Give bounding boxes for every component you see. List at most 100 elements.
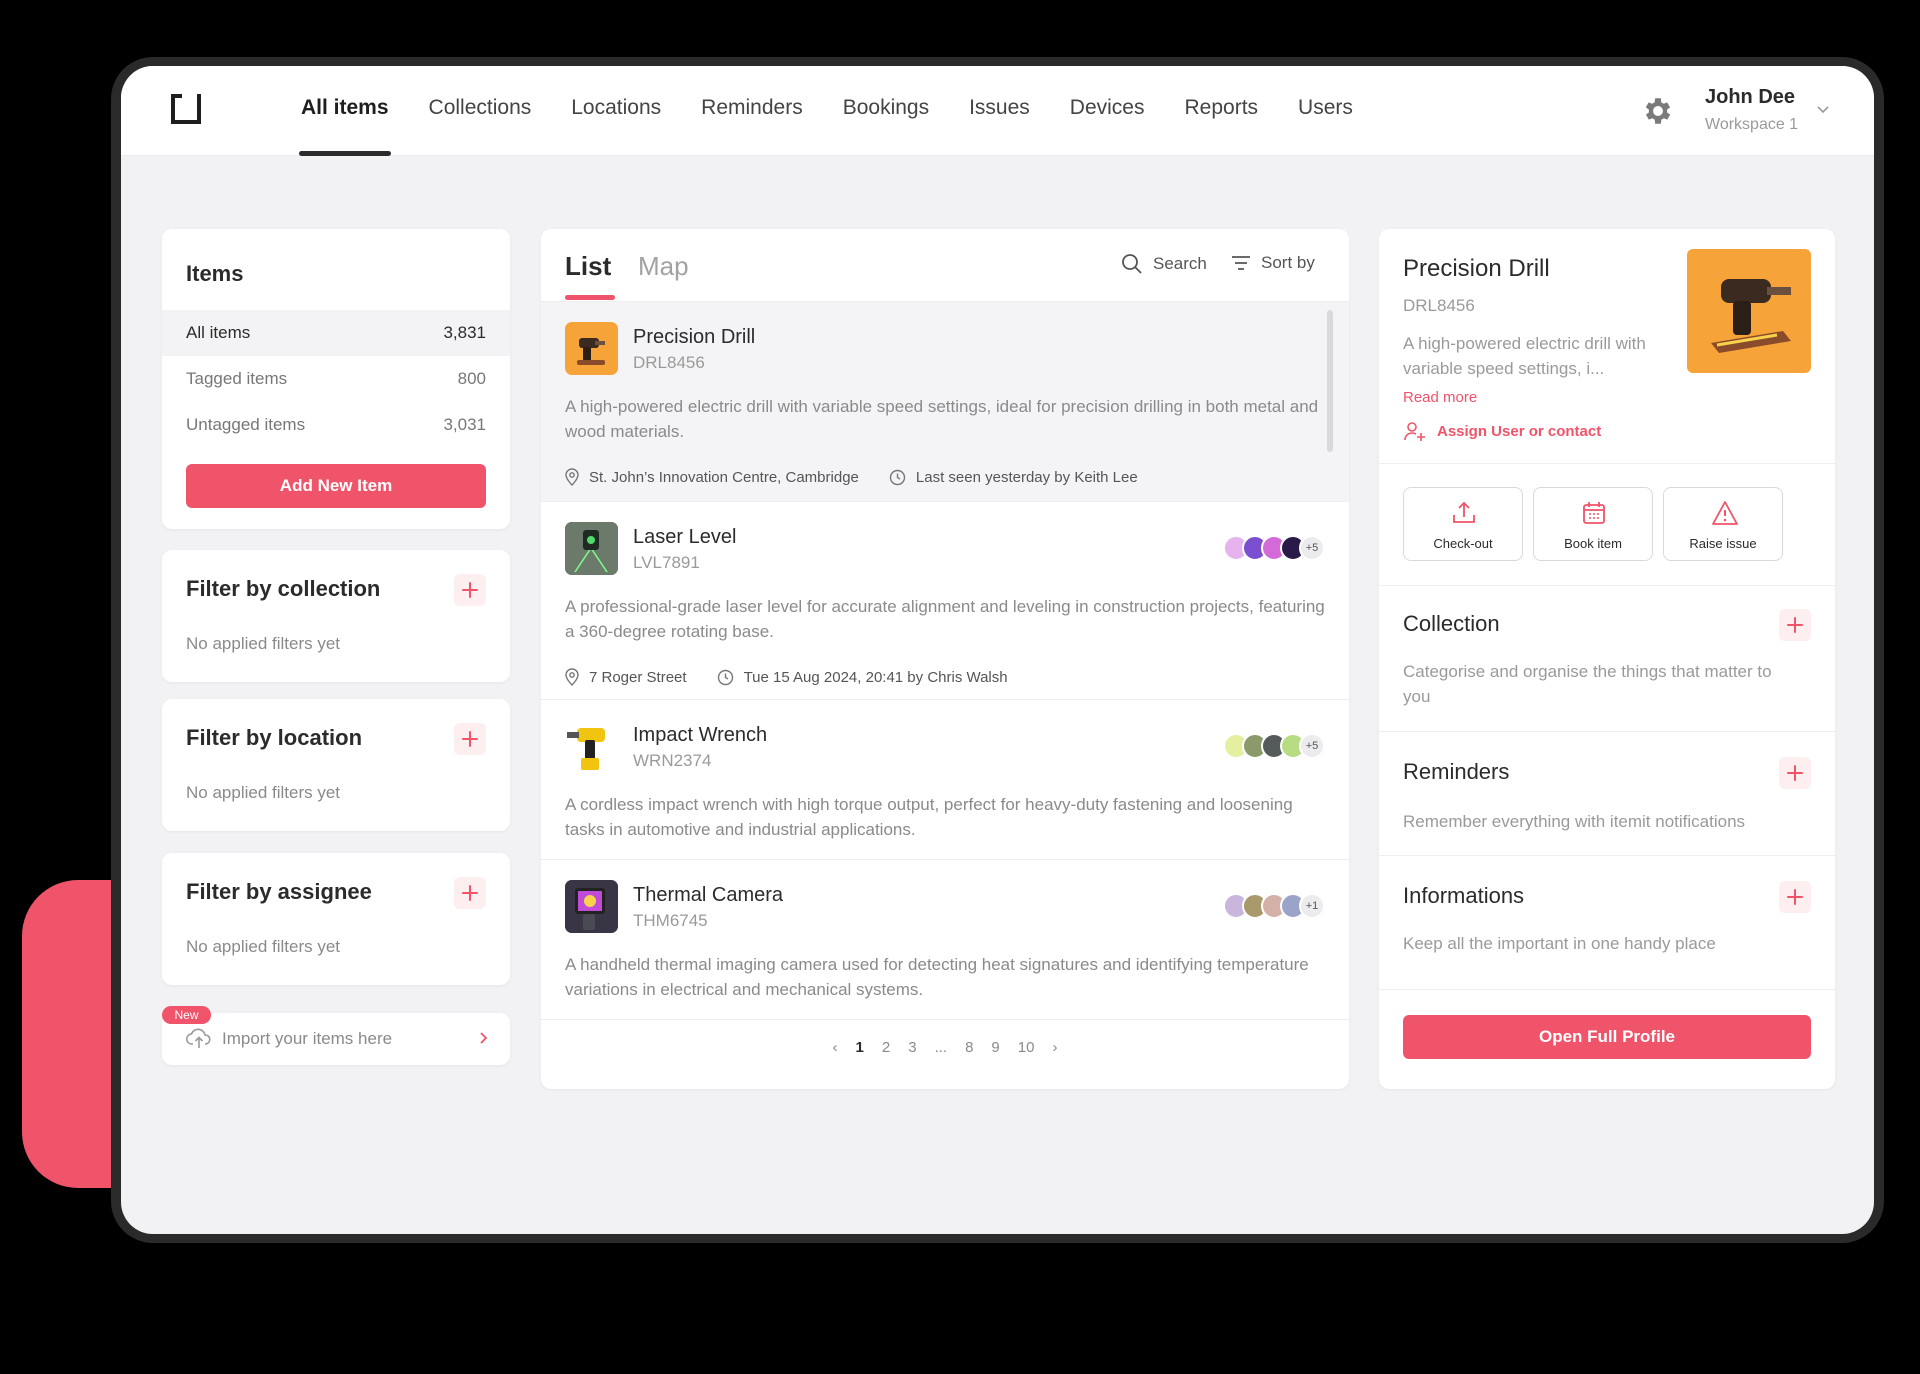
list-item[interactable]: Impact Wrench WRN2374 +5 A cordless impa… [541, 699, 1349, 859]
pagination-page[interactable]: 9 [991, 1039, 999, 1056]
item-name: Laser Level [633, 526, 737, 548]
pagination: ‹ 1 2 3 ... 8 9 10 › [541, 1039, 1349, 1056]
add-reminder-button[interactable] [1779, 757, 1811, 789]
items-row-count: 3,031 [443, 415, 486, 434]
items-row-tagged[interactable]: Tagged items 800 [162, 356, 510, 402]
items-row-label: Untagged items [186, 415, 306, 434]
chevron-right-icon [480, 1032, 488, 1044]
pagination-prev[interactable]: ‹ [833, 1039, 838, 1056]
tab-all-items[interactable]: All items [281, 66, 409, 156]
avatar-more-count: +1 [1299, 893, 1325, 919]
import-label: Import your items here [222, 1029, 393, 1048]
detail-code: DRL8456 [1403, 296, 1475, 315]
item-code: DRL8456 [633, 353, 705, 372]
check-out-button[interactable]: Check-out [1403, 487, 1523, 561]
top-navigation: All items Collections Locations Reminder… [121, 66, 1874, 156]
items-row-untagged[interactable]: Untagged items 3,031 [162, 402, 510, 448]
item-location: St. John’s Innovation Centre, Cambridge [589, 468, 859, 486]
logo[interactable] [171, 94, 201, 124]
add-user-icon [1404, 422, 1425, 441]
tab-reminders[interactable]: Reminders [681, 66, 823, 156]
sort-button[interactable]: Sort by [1231, 253, 1315, 273]
raise-issue-button[interactable]: Raise issue [1663, 487, 1783, 561]
filter-title: Filter by location [186, 725, 363, 750]
filter-empty-text: No applied filters yet [186, 634, 341, 653]
items-row-count: 3,831 [443, 323, 486, 342]
item-code: WRN2374 [633, 751, 712, 770]
detail-description: A high-powered electric drill with varia… [1403, 334, 1646, 378]
tab-users[interactable]: Users [1278, 66, 1373, 156]
sort-icon [1232, 256, 1250, 270]
search-icon [1122, 254, 1142, 274]
divider [1379, 731, 1835, 732]
item-meta: 7 Roger Street Tue 15 Aug 2024, 20:41 by… [565, 668, 1008, 686]
nav-tabs: All items Collections Locations Reminder… [281, 66, 1373, 156]
item-description: A handheld thermal imaging camera used f… [565, 955, 1309, 999]
add-information-button[interactable] [1779, 881, 1811, 913]
filter-title: Filter by assignee [186, 879, 372, 904]
import-items-link[interactable]: Import your items here [162, 1013, 510, 1065]
items-summary-card: Items All items 3,831 Tagged items 800 U… [162, 229, 510, 529]
tab-map-view[interactable]: Map [638, 251, 689, 282]
pagination-next[interactable]: › [1052, 1039, 1057, 1056]
pagination-page[interactable]: 8 [965, 1039, 973, 1056]
divider [1379, 989, 1835, 990]
filter-title: Filter by collection [186, 576, 381, 601]
location-pin-icon [565, 468, 579, 486]
item-thumbnail [565, 322, 618, 375]
detail-image [1687, 249, 1811, 373]
drill-icon [577, 338, 605, 365]
add-assignee-filter-button[interactable] [454, 877, 486, 909]
user-name[interactable]: John Dee [1705, 86, 1795, 109]
gear-icon[interactable] [1641, 94, 1675, 128]
assignee-avatars[interactable]: +5 [1223, 535, 1325, 561]
read-more-link[interactable]: Read more [1403, 389, 1477, 406]
location-pin-icon [565, 668, 579, 686]
filter-empty-text: No applied filters yet [186, 783, 341, 802]
chevron-down-icon[interactable] [1816, 104, 1830, 114]
tab-list-view[interactable]: List [565, 251, 611, 282]
list-item[interactable]: Precision Drill DRL8456 A high-powered e… [541, 301, 1349, 501]
add-new-item-button[interactable]: Add New Item [186, 464, 486, 508]
tab-bookings[interactable]: Bookings [823, 66, 949, 156]
reminders-section-desc: Remember everything with itemit notifica… [1403, 812, 1746, 831]
drill-image [1711, 279, 1791, 353]
assignee-avatars[interactable]: +1 [1223, 893, 1325, 919]
collection-section-desc: Categorise and organise the things that … [1403, 662, 1772, 706]
tab-devices[interactable]: Devices [1050, 66, 1165, 156]
tab-collections[interactable]: Collections [409, 66, 552, 156]
search-label: Search [1153, 254, 1207, 273]
cloud-upload-icon [186, 1028, 211, 1048]
assign-user-button[interactable]: Assign User or contact [1403, 421, 1601, 441]
tab-reports[interactable]: Reports [1165, 66, 1279, 156]
filter-location-card: Filter by location No applied filters ye… [162, 699, 510, 831]
clock-icon [889, 469, 906, 485]
tab-locations[interactable]: Locations [551, 66, 681, 156]
informations-section-desc: Keep all the important in one handy plac… [1403, 934, 1716, 953]
book-item-button[interactable]: Book item [1533, 487, 1653, 561]
list-item[interactable]: Laser Level LVL7891 +5 A professional-gr… [541, 501, 1349, 699]
search-button[interactable]: Search [1121, 253, 1207, 275]
add-collection-filter-button[interactable] [454, 574, 486, 606]
item-name: Impact Wrench [633, 724, 768, 746]
list-divider [541, 1019, 1349, 1020]
add-collection-button[interactable] [1779, 609, 1811, 641]
assign-label: Assign User or contact [1437, 422, 1602, 440]
pagination-page[interactable]: 3 [908, 1039, 916, 1056]
list-item[interactable]: Thermal Camera THM6745 +1 A handheld the… [541, 859, 1349, 1019]
action-label: Check-out [1433, 536, 1493, 551]
assignee-avatars[interactable]: +5 [1223, 733, 1325, 759]
items-row-all[interactable]: All items 3,831 [162, 310, 510, 356]
thermal-camera-icon [565, 880, 618, 933]
add-location-filter-button[interactable] [454, 723, 486, 755]
pagination-page[interactable]: 10 [1018, 1039, 1035, 1056]
open-full-profile-button[interactable]: Open Full Profile [1403, 1015, 1811, 1059]
pagination-page[interactable]: 1 [856, 1039, 864, 1056]
list-scrollbar[interactable] [1327, 310, 1333, 452]
item-last-seen: Tue 15 Aug 2024, 20:41 by Chris Walsh [743, 668, 1008, 686]
pagination-page[interactable]: 2 [882, 1039, 890, 1056]
item-name: Precision Drill [633, 326, 756, 348]
active-tab-indicator [565, 295, 615, 300]
tab-issues[interactable]: Issues [949, 66, 1050, 156]
filter-assignee-card: Filter by assignee No applied filters ye… [162, 853, 510, 985]
